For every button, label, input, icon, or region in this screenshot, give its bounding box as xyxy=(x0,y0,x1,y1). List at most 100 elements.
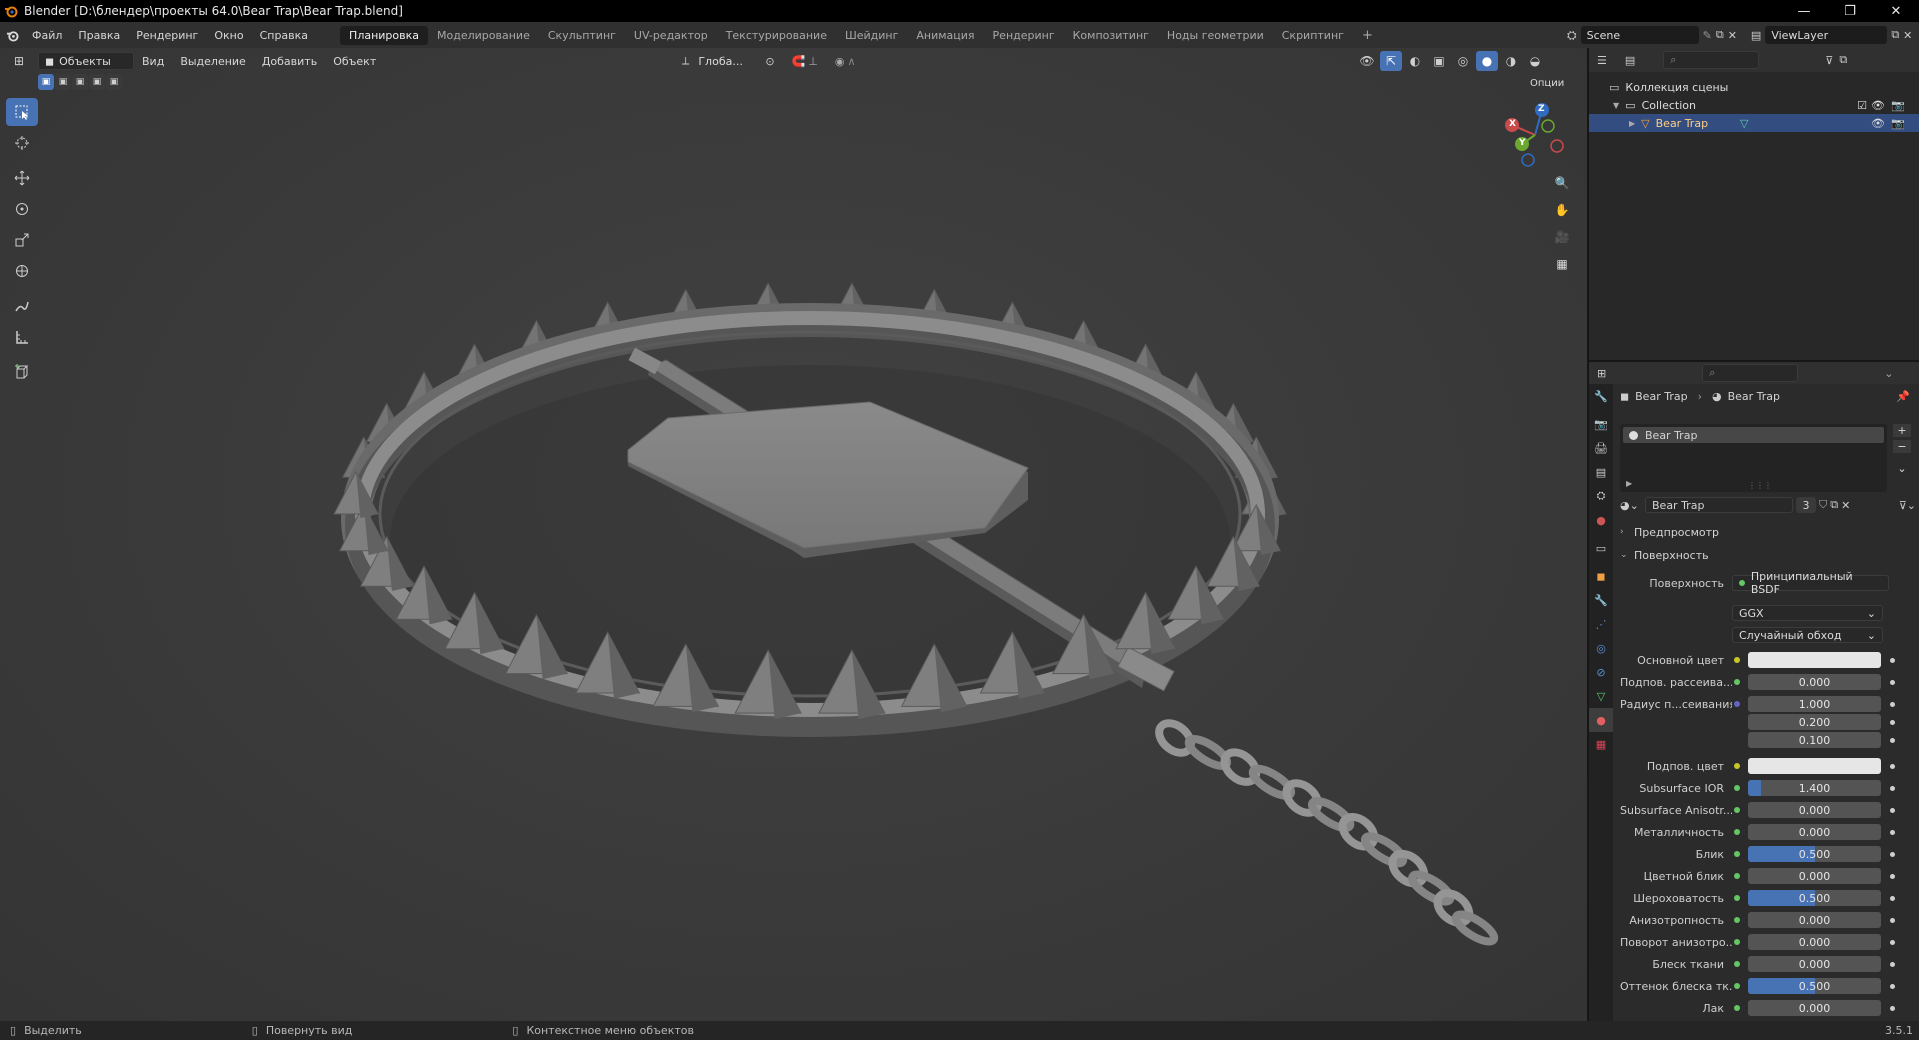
number-slider[interactable]: 0.000 xyxy=(1748,674,1881,690)
surface-shader-selector[interactable]: Принципиальный BSDF xyxy=(1732,570,1889,596)
keyframe-dot-icon[interactable] xyxy=(1890,785,1895,791)
close-button[interactable]: ✕ xyxy=(1873,0,1919,22)
material-name-field[interactable]: Bear Trap xyxy=(1645,497,1793,513)
number-slider[interactable]: 0.200 xyxy=(1748,714,1881,730)
expand-arrow-icon[interactable]: ▶ xyxy=(1629,119,1635,128)
tab-shading[interactable]: Шейдинг xyxy=(836,26,907,45)
new-collection-icon[interactable]: ⧉ xyxy=(1839,53,1847,67)
texture-tab-icon[interactable]: ▦ xyxy=(1589,732,1613,756)
tab-compositing[interactable]: Композитинг xyxy=(1064,26,1158,45)
tab-scripting[interactable]: Скриптинг xyxy=(1273,26,1353,45)
socket-icon[interactable] xyxy=(1732,981,1742,991)
tool-tab-icon[interactable]: 🔧 xyxy=(1589,384,1613,408)
keyframe-dot-icon[interactable] xyxy=(1890,939,1895,945)
transform-tool-icon[interactable] xyxy=(6,257,38,285)
overlays-icon[interactable]: ◐ xyxy=(1404,51,1426,71)
number-slider[interactable]: 0.000 xyxy=(1748,824,1881,840)
collection-render-icon[interactable]: 📷 xyxy=(1891,99,1905,112)
socket-icon[interactable] xyxy=(1732,805,1742,815)
expand-arrow-icon[interactable]: ▼ xyxy=(1613,101,1619,110)
number-slider[interactable]: 0.000 xyxy=(1748,802,1881,818)
select-new-icon[interactable]: ▣ xyxy=(38,74,54,90)
filter-icon[interactable]: ⊽ xyxy=(1825,54,1833,67)
add-workspace-button[interactable]: + xyxy=(1353,25,1382,46)
view-layer-tab-icon[interactable]: ▤ xyxy=(1589,460,1613,484)
pin-scene-icon[interactable]: ✎ xyxy=(1703,29,1712,42)
number-slider[interactable]: 0.500 xyxy=(1748,846,1881,862)
material-shading-icon[interactable]: ◑ xyxy=(1500,51,1522,71)
scene-icon[interactable]: ⛭ xyxy=(1567,28,1577,43)
perspective-grid-icon[interactable]: ▦ xyxy=(1551,253,1573,275)
object-tab-icon[interactable]: ◼ xyxy=(1589,564,1613,588)
keyframe-dot-icon[interactable] xyxy=(1890,657,1895,663)
unlink-material-icon[interactable]: ✕ xyxy=(1841,499,1850,512)
constraints-tab-icon[interactable]: ⊘ xyxy=(1589,660,1613,684)
node-filter-icon[interactable]: ⊽⌄ xyxy=(1899,499,1916,512)
keyframe-dot-icon[interactable] xyxy=(1890,961,1895,967)
keyframe-dot-icon[interactable] xyxy=(1890,917,1895,923)
keyframe-dot-icon[interactable] xyxy=(1890,829,1895,835)
keyframe-dot-icon[interactable] xyxy=(1890,895,1895,901)
number-slider[interactable]: 0.100 xyxy=(1748,732,1881,748)
socket-icon[interactable] xyxy=(1732,677,1742,687)
keyframe-dot-icon[interactable] xyxy=(1890,1005,1895,1011)
slot-menu-icon[interactable]: ⌄ xyxy=(1893,462,1911,475)
gizmo-toggle-icon[interactable]: ⇱ xyxy=(1380,51,1402,71)
select-subtract-icon[interactable]: ▣ xyxy=(72,74,88,90)
new-view-layer-icon[interactable]: ⧉ xyxy=(1891,28,1899,42)
number-slider[interactable]: 1.000 xyxy=(1748,696,1881,712)
output-tab-icon[interactable]: 🖨 xyxy=(1589,436,1613,460)
rotate-tool-icon[interactable] xyxy=(6,195,38,223)
minimize-button[interactable]: — xyxy=(1781,0,1827,22)
pan-hand-icon[interactable]: ✋ xyxy=(1551,199,1573,221)
socket-icon[interactable] xyxy=(1732,717,1742,727)
menu-edit[interactable]: Правка xyxy=(70,29,128,42)
3d-viewport[interactable] xyxy=(0,48,1587,1021)
scene-tab-icon[interactable]: ⛭ xyxy=(1589,484,1613,508)
socket-icon[interactable] xyxy=(1732,655,1742,665)
duplicate-material-icon[interactable]: ⧉ xyxy=(1830,498,1838,512)
tab-texture-paint[interactable]: Текстурирование xyxy=(717,26,836,45)
tab-uv-editing[interactable]: UV-редактор xyxy=(625,26,717,45)
socket-icon[interactable] xyxy=(1732,735,1742,745)
visibility-icon[interactable]: 👁 xyxy=(1356,51,1378,71)
socket-icon[interactable] xyxy=(1732,849,1742,859)
number-slider[interactable]: 0.000 xyxy=(1748,934,1881,950)
keyframe-dot-icon[interactable] xyxy=(1890,983,1895,989)
socket-icon[interactable] xyxy=(1732,893,1742,903)
delete-scene-icon[interactable]: ✕ xyxy=(1728,29,1737,42)
socket-icon[interactable] xyxy=(1732,761,1742,771)
exclude-checkbox-icon[interactable]: ☑ xyxy=(1857,99,1867,112)
material-tab-icon[interactable]: ● xyxy=(1589,708,1613,732)
outliner-row-bear-trap[interactable]: ▶ ▽ Bear Trap ▽ 👁 📷 xyxy=(1589,114,1919,132)
data-tab-icon[interactable]: ▽ xyxy=(1589,684,1613,708)
number-slider[interactable]: 0.500 xyxy=(1748,978,1881,994)
xray-icon[interactable]: ▣ xyxy=(1428,51,1450,71)
menu-help[interactable]: Справка xyxy=(252,29,316,42)
menu-select[interactable]: Выделение xyxy=(172,55,254,68)
tab-animation[interactable]: Анимация xyxy=(907,26,983,45)
zoom-icon[interactable]: 🔍 xyxy=(1551,172,1573,194)
object-render-icon[interactable]: 📷 xyxy=(1891,117,1905,130)
keyframe-dot-icon[interactable] xyxy=(1890,807,1895,813)
collection-visibility-icon[interactable]: 👁 xyxy=(1871,99,1885,112)
solid-shading-icon[interactable]: ● xyxy=(1476,51,1498,71)
view-layer-icon[interactable]: ▤ xyxy=(1751,29,1761,42)
select-extend-icon[interactable]: ▣ xyxy=(55,74,71,90)
mesh-data-icon[interactable]: ▽ xyxy=(1740,117,1748,130)
wireframe-shading-icon[interactable]: ◎ xyxy=(1452,51,1474,71)
panel-preview-header[interactable]: › Предпросмотр xyxy=(1620,522,1910,542)
tab-rendering[interactable]: Рендеринг xyxy=(984,26,1064,45)
number-slider[interactable]: 0.000 xyxy=(1748,912,1881,928)
socket-icon[interactable] xyxy=(1732,915,1742,925)
new-scene-icon[interactable]: ⧉ xyxy=(1716,28,1724,42)
properties-search-input[interactable]: ⌕ xyxy=(1702,364,1799,382)
color-swatch[interactable] xyxy=(1748,652,1881,668)
expand-list-icon[interactable]: ▶ xyxy=(1626,479,1632,488)
camera-view-icon[interactable]: 🎥 xyxy=(1551,226,1573,248)
add-cube-tool-icon[interactable] xyxy=(6,358,38,386)
color-swatch[interactable] xyxy=(1748,758,1881,774)
world-tab-icon[interactable]: ● xyxy=(1589,508,1613,532)
socket-icon[interactable] xyxy=(1732,1003,1742,1013)
collection-tab-icon[interactable]: ▭ xyxy=(1589,536,1613,560)
